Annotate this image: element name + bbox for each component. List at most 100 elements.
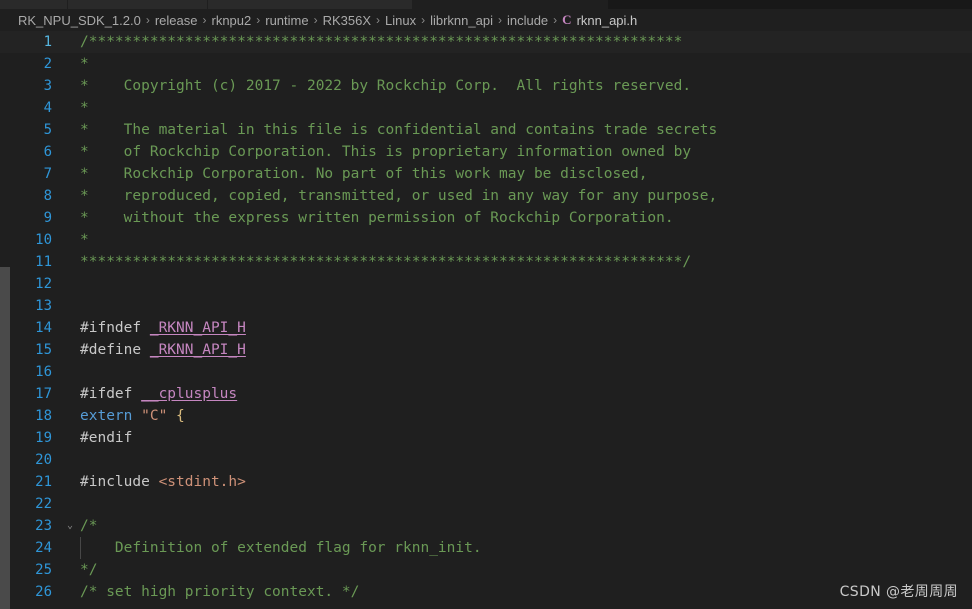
code-line-text: Definition of extended flag for rknn_ini… [78, 537, 482, 559]
breadcrumb-item-3[interactable]: runtime [265, 13, 308, 28]
code-token: * [80, 232, 89, 248]
code-line[interactable]: 6 * of Rockchip Corporation. This is prop… [0, 141, 972, 163]
code-line[interactable]: 2 * [0, 53, 972, 75]
code-token: */ [80, 562, 98, 578]
code-line[interactable]: 14 #ifndef _RKNN_API_H [0, 317, 972, 339]
code-token: * [80, 100, 89, 116]
code-token: * reproduced, copied, transmitted, or us… [80, 188, 718, 204]
breadcrumb-separator-icon: › [145, 13, 150, 27]
breadcrumb-separator-icon: › [421, 13, 426, 27]
code-line-text: * [78, 229, 89, 251]
code-token: #ifdef [80, 386, 142, 402]
code-token: __cplusplus [141, 386, 238, 402]
code-token: #include [80, 474, 159, 490]
code-line[interactable]: 15 #define _RKNN_API_H [0, 339, 972, 361]
code-line[interactable]: 10 * [0, 229, 972, 251]
code-token: * of Rockchip Corporation. This is propr… [80, 144, 692, 160]
code-token: { [176, 408, 185, 424]
code-line[interactable]: 16 [0, 361, 972, 383]
vertical-scrollbar[interactable] [0, 31, 10, 609]
code-token: extern [80, 408, 142, 424]
editor-tab-1[interactable] [68, 0, 208, 9]
code-token: _RKNN_API_H [149, 320, 246, 336]
code-line[interactable]: 13 [0, 295, 972, 317]
breadcrumb-item-1[interactable]: release [155, 13, 198, 28]
breadcrumb-item-0[interactable]: RK_NPU_SDK_1.2.0 [18, 13, 141, 28]
code-token: "C" [141, 408, 168, 424]
code-token: _RKNN_API_H [149, 342, 246, 358]
code-line[interactable]: 11 **************************************… [0, 251, 972, 273]
fold-chevron-icon[interactable]: ⌄ [62, 515, 78, 537]
code-line[interactable]: 23 ⌄/* [0, 515, 972, 537]
code-line-text: * The material in this file is confident… [78, 119, 717, 141]
watermark-text: CSDN @老周周周 [839, 584, 958, 600]
breadcrumb[interactable]: RK_NPU_SDK_1.2.0 › release › rknpu2 › runtime ›… [0, 9, 972, 31]
code-line[interactable]: 1/**************************************… [0, 31, 972, 53]
code-line-text: ****************************************… [78, 251, 691, 273]
breadcrumb-separator-icon: › [497, 13, 502, 27]
code-line[interactable]: 12 [0, 273, 972, 295]
code-lines[interactable]: 1/**************************************… [0, 31, 972, 603]
code-line-text: #endif [78, 427, 132, 449]
scrollbar-thumb[interactable] [0, 267, 10, 609]
code-token: * [80, 56, 89, 72]
code-line[interactable]: 7 * Rockchip Corporation. No part of this… [0, 163, 972, 185]
code-token: <stdint.h> [158, 474, 246, 490]
code-line[interactable]: 21 #include <stdint.h> [0, 471, 972, 493]
breadcrumb-item-7[interactable]: include [507, 13, 548, 28]
code-line-text: extern "C" { [78, 405, 185, 427]
code-token: * Rockchip Corporation. No part of this … [80, 166, 648, 182]
code-line[interactable]: 26/* set high priority context. */ [0, 581, 972, 603]
breadcrumb-item-2[interactable]: rknpu2 [211, 13, 251, 28]
code-line[interactable]: 5 * The material in this file is confiden… [0, 119, 972, 141]
code-line-text: #ifdef __cplusplus [78, 383, 237, 405]
vscode-window: RK_NPU_SDK_1.2.0 › release › rknpu2 › runtime ›… [0, 0, 972, 609]
code-token: #define [80, 342, 150, 358]
code-line-text: * [78, 53, 89, 75]
indent-guide [80, 537, 81, 559]
editor-tab-0[interactable] [0, 0, 68, 9]
code-line[interactable]: 20 [0, 449, 972, 471]
code-line-text: * Rockchip Corporation. No part of this … [78, 163, 647, 185]
code-line-text: * [78, 97, 89, 119]
code-line-text: * Copyright (c) 2017 - 2022 by Rockchip … [78, 75, 691, 97]
code-token: Definition of extended flag for rknn_ini… [80, 540, 482, 556]
code-line-text: #ifndef _RKNN_API_H [78, 317, 246, 339]
code-line[interactable]: 18 extern "C" { [0, 405, 972, 427]
code-token: /* [80, 518, 98, 534]
breadcrumb-item-5[interactable]: Linux [385, 13, 416, 28]
code-token: * Copyright (c) 2017 - 2022 by Rockchip … [80, 78, 692, 94]
breadcrumb-separator-icon: › [376, 13, 381, 27]
code-line[interactable]: 9 * without the express written permissio… [0, 207, 972, 229]
editor-tab-2[interactable] [208, 0, 413, 9]
code-line[interactable]: 19 #endif [0, 427, 972, 449]
breadcrumb-item-6[interactable]: librknn_api [430, 13, 493, 28]
code-line-text: * of Rockchip Corporation. This is propr… [78, 141, 691, 163]
code-line[interactable]: 4 * [0, 97, 972, 119]
code-line-text: */ [78, 559, 97, 581]
editor-tab-bar [0, 0, 972, 9]
breadcrumb-item-4[interactable]: RK356X [323, 13, 371, 28]
breadcrumb-separator-icon: › [202, 13, 207, 27]
code-token: /***************************************… [80, 34, 683, 50]
code-line[interactable]: 24 Definition of extended flag for rknn_… [0, 537, 972, 559]
code-line-text: /* set high priority context. */ [78, 581, 359, 603]
code-line[interactable]: 8 * reproduced, copied, transmitted, or u… [0, 185, 972, 207]
code-line[interactable]: 3 * Copyright (c) 2017 - 2022 by Rockchip… [0, 75, 972, 97]
code-token: /* set high priority context. */ [80, 584, 360, 600]
breadcrumb-separator-icon: › [256, 13, 261, 27]
code-line-text: #include <stdint.h> [78, 471, 246, 493]
code-line-text: * reproduced, copied, transmitted, or us… [78, 185, 717, 207]
code-token: * The material in this file is confident… [80, 122, 718, 138]
code-token: ****************************************… [80, 254, 692, 270]
code-line-text: #define _RKNN_API_H [78, 339, 246, 361]
c-file-icon: C [562, 12, 572, 27]
code-line[interactable]: 17 #ifdef __cplusplus [0, 383, 972, 405]
code-line-text: /* [78, 515, 97, 537]
code-line[interactable]: 22 [0, 493, 972, 515]
editor-tab-3[interactable] [413, 0, 608, 9]
code-editor[interactable]: 1/**************************************… [0, 31, 972, 609]
breadcrumb-item-file[interactable]: rknn_api.h [577, 13, 638, 28]
code-line[interactable]: 25 */ [0, 559, 972, 581]
